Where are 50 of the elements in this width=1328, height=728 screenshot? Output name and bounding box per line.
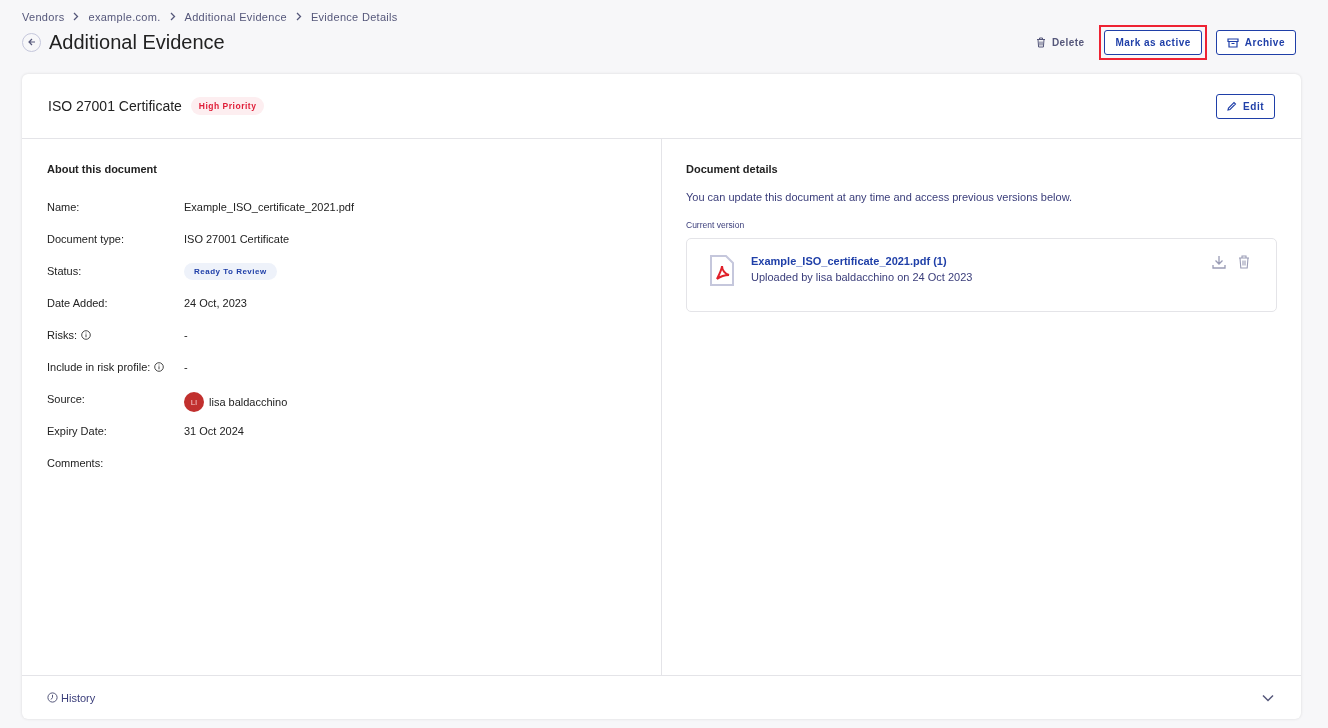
field-label: Expiry Date: <box>47 425 107 437</box>
status-badge: Ready To Review <box>184 262 277 280</box>
field-label: Risks: <box>47 329 77 341</box>
arrow-left-icon <box>27 38 36 46</box>
pdf-file-icon <box>709 255 735 287</box>
upload-info: Uploaded by lisa baldacchino on 24 Oct 2023 <box>751 271 973 283</box>
edit-button[interactable]: Edit <box>1216 93 1275 119</box>
chevron-right-icon <box>73 12 80 21</box>
description-text: You can update this document at any time and access previous versions below. <box>686 191 1074 203</box>
field-label: Date Added: <box>47 297 108 309</box>
field-label: Comments: <box>47 457 104 469</box>
delete-icon[interactable] <box>1238 255 1250 269</box>
trash-icon <box>1036 36 1046 48</box>
avatar: LI <box>184 392 204 412</box>
chevron-right-icon <box>295 12 302 21</box>
section-heading: Document details <box>686 163 779 175</box>
pencil-icon <box>1227 101 1238 111</box>
field-label: Source: <box>47 393 85 405</box>
clock-icon <box>47 692 58 703</box>
field-value: 31 Oct 2024 <box>184 425 244 437</box>
priority-tag: High Priority <box>190 97 265 115</box>
field-value: - <box>184 329 188 341</box>
archive-button[interactable]: Archive <box>1215 29 1296 55</box>
page-title: Additional Evidence <box>49 30 225 54</box>
archive-icon <box>1226 36 1239 48</box>
field-label: Status: <box>47 265 82 277</box>
section-heading: About this document <box>47 163 158 175</box>
field-label: Include in risk profile: <box>47 361 151 373</box>
history-button[interactable]: History <box>47 691 96 704</box>
document-title: ISO 27001 Certificate <box>48 98 182 114</box>
field-value: lisa baldacchino <box>209 396 288 408</box>
download-icon[interactable] <box>1212 255 1226 269</box>
info-icon <box>80 330 91 340</box>
mark-active-button[interactable]: Mark as active <box>1104 29 1202 55</box>
field-label: Name: <box>47 201 80 213</box>
delete-button[interactable]: Delete <box>1030 35 1091 49</box>
chevron-down-icon[interactable] <box>1262 693 1274 702</box>
breadcrumb-link[interactable]: Evidence Details <box>310 10 398 23</box>
version-label: Current version <box>686 220 746 230</box>
chevron-right-icon <box>169 12 176 21</box>
field-label: Document type: <box>47 233 125 245</box>
info-icon <box>154 362 165 372</box>
breadcrumb-link[interactable]: Vendors <box>22 10 65 23</box>
field-value: ISO 27001 Certificate <box>184 233 290 245</box>
file-link[interactable]: Example_ISO_certificate_2021.pdf (1) <box>751 255 973 267</box>
breadcrumb-link[interactable]: example.com. <box>88 10 161 23</box>
field-value: 24 Oct, 2023 <box>184 297 247 309</box>
field-value: - <box>184 361 188 373</box>
breadcrumb-link[interactable]: Additional Evidence <box>184 10 287 23</box>
field-value: Example_ISO_certificate_2021.pdf <box>184 201 354 213</box>
